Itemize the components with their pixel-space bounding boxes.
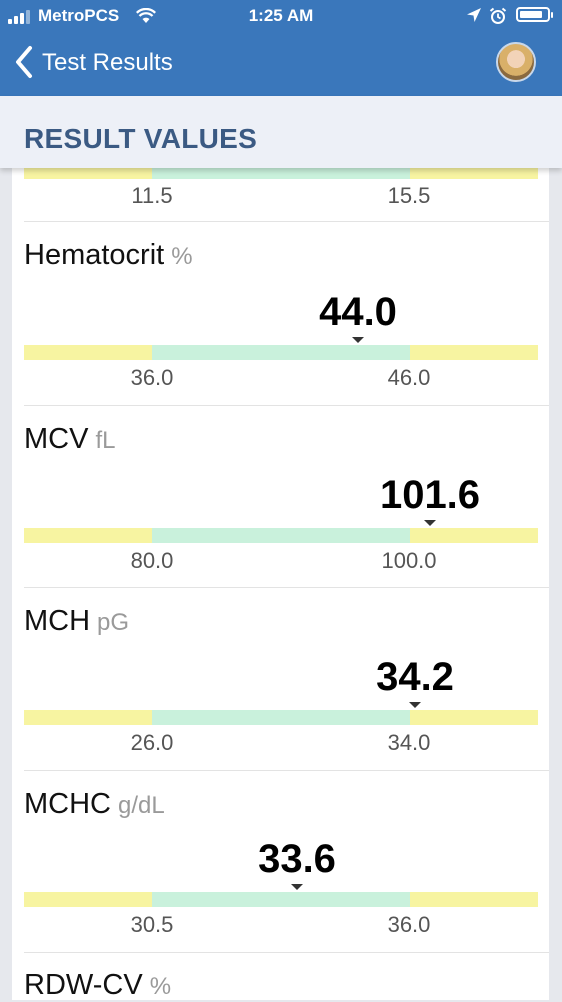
result-name: MCH [24, 605, 91, 637]
battery-icon [516, 7, 553, 22]
range-high: 100.0 [381, 548, 437, 573]
range-bar [24, 528, 538, 543]
result-name: RDW-CV [24, 969, 143, 1001]
range-bar [24, 345, 538, 360]
section-title: RESULT VALUES [24, 123, 258, 154]
range-low: 80.0 [130, 548, 174, 573]
status-bar: MetroPCS 1:25 AM [0, 0, 562, 32]
value-marker [409, 702, 421, 708]
range-low: 26.0 [130, 730, 174, 755]
result-row-prev: 11.5 15.5 [12, 164, 549, 222]
results-card: 11.5 15.5 Hematocrit% 44.0 36.0 46.0 MCV… [12, 164, 549, 1001]
result-row[interactable]: MCHC g/dL 33.6 30.5 36.0 [12, 771, 549, 953]
range-bar [24, 892, 538, 907]
result-value: 34.2 [376, 655, 454, 699]
result-row[interactable]: MCH pG 34.2 26.0 34.0 [12, 588, 549, 771]
range-high: 15.5 [387, 183, 431, 208]
result-value: 33.6 [258, 837, 336, 881]
value-marker [424, 520, 436, 526]
result-value: 44.0 [319, 290, 397, 334]
result-unit: % [171, 243, 193, 270]
result-name: MCHC [24, 788, 111, 820]
result-name: Hematocrit [24, 239, 165, 271]
result-value: 101.6 [379, 473, 481, 517]
result-row[interactable]: Hematocrit% 44.0 36.0 46.0 [12, 222, 549, 406]
location-icon [467, 8, 481, 22]
app-header: MetroPCS 1:25 AM Test Results [0, 0, 562, 96]
range-high: 34.0 [387, 730, 431, 755]
page-title[interactable]: Test Results [42, 49, 173, 77]
user-avatar[interactable] [496, 42, 536, 82]
result-unit: g/dL [118, 792, 165, 819]
back-chevron-icon[interactable] [10, 44, 40, 80]
value-marker [352, 337, 364, 343]
result-unit: pG [97, 609, 130, 636]
value-marker [291, 884, 303, 890]
range-bar [24, 710, 538, 725]
result-unit: fL [95, 427, 116, 454]
alarm-icon [489, 7, 507, 24]
range-high: 46.0 [387, 365, 431, 390]
result-row[interactable]: MCV fL 101.6 80.0 100.0 [12, 406, 549, 588]
range-low: 36.0 [130, 365, 174, 390]
result-name: MCV [24, 423, 89, 455]
range-low: 11.5 [131, 183, 173, 208]
range-high: 36.0 [387, 912, 431, 937]
range-low: 30.5 [130, 912, 174, 937]
result-unit: % [149, 973, 172, 1000]
result-row[interactable]: RDW-CV% [12, 953, 549, 1001]
